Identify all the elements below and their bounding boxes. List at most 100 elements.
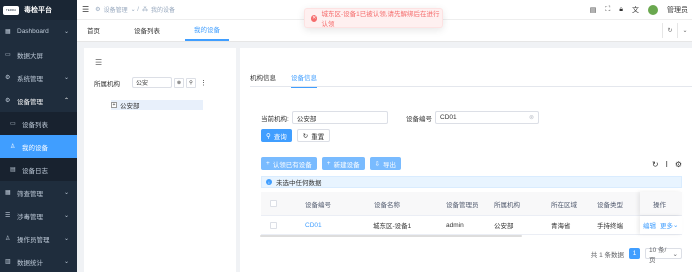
breadcrumb-item[interactable]: 设备管理: [104, 5, 128, 14]
column-header: 设备管理员: [446, 201, 479, 209]
table-row: CD01 城东区-设备1 admin 公安部 青海省 手持终端 启用 编辑 更多…: [261, 216, 682, 235]
search-icon: ⚲: [266, 132, 271, 140]
sidebar-item-device-list[interactable]: ▭ 设备列表: [0, 112, 77, 135]
more-icon[interactable]: ⋮: [200, 79, 207, 87]
column-height-icon[interactable]: I: [666, 160, 668, 169]
tree-node[interactable]: + 公安部: [111, 100, 203, 110]
export-icon: ⇩: [374, 160, 381, 168]
menu-icon[interactable]: ☰: [95, 58, 102, 67]
column-header: 设备编号: [305, 201, 331, 209]
select-all-checkbox[interactable]: [270, 192, 277, 215]
column-header: 所属机构: [494, 201, 520, 209]
sidebar-item-system[interactable]: ⚙ 系统管理 ⌄: [0, 66, 77, 89]
lock-icon[interactable]: 🔒︎: [619, 6, 623, 14]
list-icon: ▭: [10, 121, 16, 127]
tab-device-list[interactable]: 设备列表: [134, 25, 160, 41]
selection-alert-text: 未选中任何数据: [276, 180, 322, 187]
sidebar-item-drug[interactable]: ☰ 涉毒管理 ⌄: [0, 204, 77, 227]
gear-icon: ⚙: [95, 7, 101, 13]
org-filter-input[interactable]: 公安: [132, 77, 172, 88]
navbar-tools: ▤ ⛶ 🔒︎ 文 管理员: [590, 0, 688, 20]
clear-icon[interactable]: ⊗: [174, 77, 184, 88]
sidebar-item-data-screen[interactable]: ▭ 数据大屏: [0, 43, 77, 66]
fullscreen-icon[interactable]: ⛶: [605, 6, 610, 14]
log-icon: ▤: [10, 167, 16, 173]
search-button[interactable]: ⚲ 查询: [261, 129, 292, 142]
export-button[interactable]: ⇩ 导出: [369, 157, 402, 170]
chevron-up-icon: ⌃: [63, 98, 69, 104]
table-header: 设备编号 设备名称 设备管理员 所属机构 所在区域 设备类型 设备 操作: [261, 192, 682, 216]
tab-home[interactable]: 首页: [87, 25, 100, 41]
tab-my-devices[interactable]: 我的设备: [185, 24, 229, 41]
sidebar: TERRA 毒检平台 ▦ Dashboard ⌄ ▭ 数据大屏 ⚙ 系统管理 ⌄ ⚙ 设备管…: [0, 0, 77, 272]
clear-icon[interactable]: ⊗: [529, 114, 534, 121]
tree-node-label[interactable]: 公安部: [120, 100, 140, 110]
sidebar-item-dashboard[interactable]: ▦ Dashboard ⌄: [0, 20, 77, 43]
monitor-icon: ▭: [5, 52, 11, 58]
chevron-down-icon: ⌄: [673, 222, 679, 229]
toast-message: 城东区-设备1已被认领,请先解绑后在进行认领: [321, 11, 440, 28]
chevron-down-icon: ⌄: [672, 250, 678, 258]
sidebar-item-device-mgmt[interactable]: ⚙ 设备管理 ⌃: [0, 89, 77, 112]
error-toast: ✕ 城东区-设备1已被认领,请先解绑后在进行认领: [304, 8, 443, 28]
refresh-icon[interactable]: ↻: [662, 23, 677, 38]
gear-icon: ⚙: [5, 75, 11, 81]
chart-icon: ▥: [5, 259, 11, 265]
plus-icon: +: [266, 160, 270, 167]
sidebar-item-operator[interactable]: ♙ 操作员管理 ⌄: [0, 227, 77, 250]
operation-column-header: 操作: [640, 192, 682, 215]
sidebar-item-stats[interactable]: ▥ 数据统计 ⌄: [0, 250, 77, 272]
refresh-icon[interactable]: ↻: [652, 160, 659, 169]
sidebar-item-screening[interactable]: ▦ 筛查管理 ⌄: [0, 181, 77, 204]
breadcrumb: ⚙ 设备管理 ⌄ / ⁂ 我的设备: [95, 5, 175, 14]
form-actions: ⚲ 查询 ↻ 重置: [261, 129, 331, 142]
main-area: ☰ ⚙ 设备管理 ⌄ / ⁂ 我的设备 ▤ ⛶ 🔒︎ 文 管理员 首页 设备列表…: [77, 0, 692, 272]
gear-icon[interactable]: ⚙: [675, 160, 682, 169]
chevron-down-icon: ⌄: [63, 29, 69, 35]
tags-tools: ↻ ⌄: [662, 23, 692, 38]
row-checkbox[interactable]: [270, 216, 277, 234]
edit-link[interactable]: 编辑: [643, 216, 656, 234]
org-filter-label: 所属机构: [94, 80, 120, 88]
translate-icon[interactable]: 文: [632, 5, 639, 15]
avatar[interactable]: [648, 5, 658, 15]
device-no-input[interactable]: CD01 ⊗: [435, 111, 539, 124]
device-no-link[interactable]: CD01: [305, 216, 322, 234]
device-no-label: 设备编号: [406, 115, 432, 123]
chevron-down-icon: ⌄ /: [130, 7, 139, 13]
device-no-field: 设备编号 CD01 ⊗: [406, 111, 539, 124]
sidebar-item-my-devices[interactable]: ♙ 我的设备: [0, 135, 77, 158]
chevron-down-icon: ⌄: [63, 190, 69, 196]
add-device-button[interactable]: + 新建设备: [321, 157, 365, 170]
selection-alert: i 未选中任何数据: [261, 176, 682, 188]
breadcrumb-item: 我的设备: [150, 8, 175, 14]
chevron-down-icon[interactable]: ⌄: [677, 23, 692, 38]
dashboard-icon: ▦: [5, 29, 11, 35]
search-icon[interactable]: ⚲: [186, 77, 196, 88]
page-number[interactable]: 1: [629, 248, 640, 259]
page-size-select[interactable]: 10 条/页 ⌄: [645, 247, 682, 264]
horizontal-scrollbar[interactable]: [260, 235, 522, 237]
hamburger-icon[interactable]: ☰: [82, 5, 89, 14]
column-header: 操作: [653, 201, 666, 209]
document-icon[interactable]: ▤: [590, 6, 597, 14]
column-header: 所在区域: [551, 201, 577, 209]
reset-button[interactable]: ↻ 重置: [296, 129, 331, 142]
more-link[interactable]: 更多 ⌄: [660, 216, 678, 234]
grid-icon: ▦: [5, 190, 11, 196]
user-name[interactable]: 管理员: [667, 5, 688, 15]
chevron-down-icon: ⌄: [63, 236, 69, 242]
table-cell: admin: [446, 221, 464, 229]
chevron-down-icon: ⌄: [63, 259, 69, 265]
table-cell: 城东区-设备1: [373, 223, 412, 230]
org-field-label: 当前机构:: [261, 115, 289, 123]
chevron-down-icon: ⌄: [63, 213, 69, 219]
column-header: 设备名称: [374, 201, 400, 209]
user-icon: ♙: [10, 144, 16, 150]
org-tree-panel: ☰ 所属机构 公安 ⊗ ⚲ ⋮ + 公安部: [84, 48, 236, 272]
expand-icon[interactable]: +: [111, 102, 117, 108]
gear-icon: ⚙: [5, 98, 11, 104]
sidebar-item-device-log[interactable]: ▤ 设备日志: [0, 158, 77, 181]
claim-device-button[interactable]: + 认领已有设备: [261, 157, 317, 170]
org-field-input[interactable]: 公安部: [291, 111, 388, 124]
